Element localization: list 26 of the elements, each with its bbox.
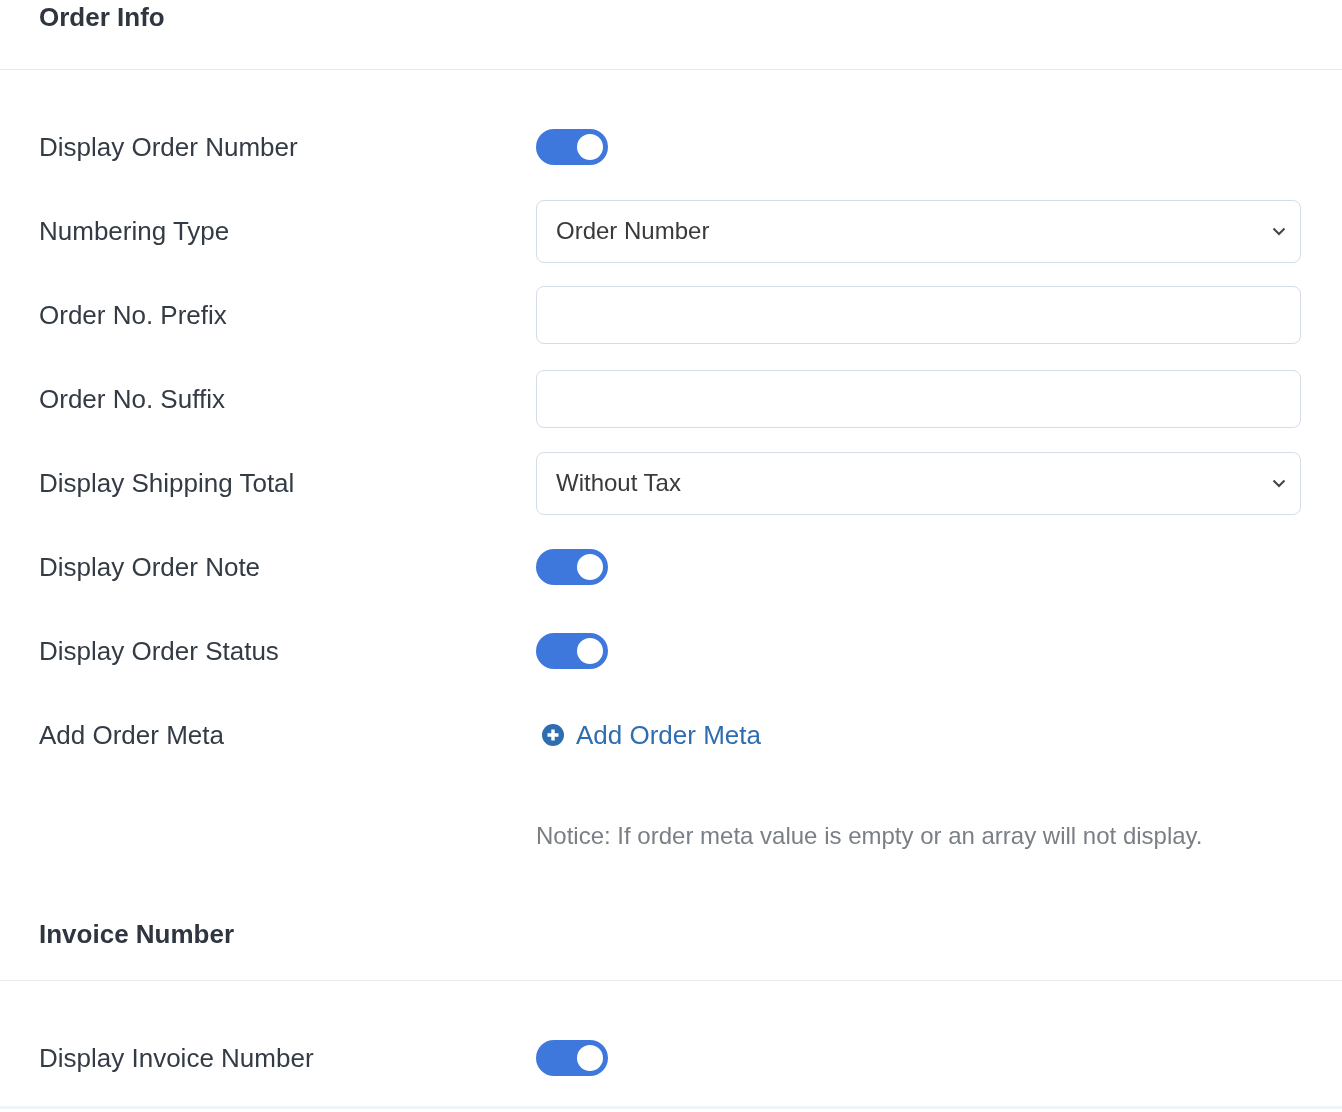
field-label: Display Invoice Number [39,1041,315,1075]
toggle-switch[interactable] [536,1040,608,1076]
section-title: Order Info [39,1,166,34]
section-title: Invoice Number [39,918,236,951]
notice-text: Notice: If order meta value is empty or an array will not display. [536,821,1204,851]
input-field[interactable] [536,286,1301,344]
chevron-down-icon [1272,478,1286,488]
input-field[interactable] [536,370,1301,428]
field-label: Display Order Status [39,634,280,668]
field-label: Numbering Type [39,214,231,248]
field-label: Add Order Meta [39,718,225,752]
plus-circle-icon [542,724,564,746]
chevron-down-icon [1272,226,1286,236]
field-label: Display Shipping Total [39,466,296,500]
field-label: Order No. Prefix [39,298,228,332]
field-label: Order No. Suffix [39,382,226,416]
field-label: Display Order Note [39,550,262,584]
toggle-switch[interactable] [536,549,608,585]
select-field[interactable]: Without Tax [536,451,1301,515]
select-field[interactable]: Order Number [536,199,1301,263]
select-value: Without Tax [556,468,681,498]
select-value: Order Number [556,216,710,246]
add-order-meta-link[interactable]: Add Order Meta [542,715,761,755]
toggle-switch[interactable] [536,633,608,669]
field-label: Display Order Number [39,130,299,164]
toggle-switch[interactable] [536,129,608,165]
